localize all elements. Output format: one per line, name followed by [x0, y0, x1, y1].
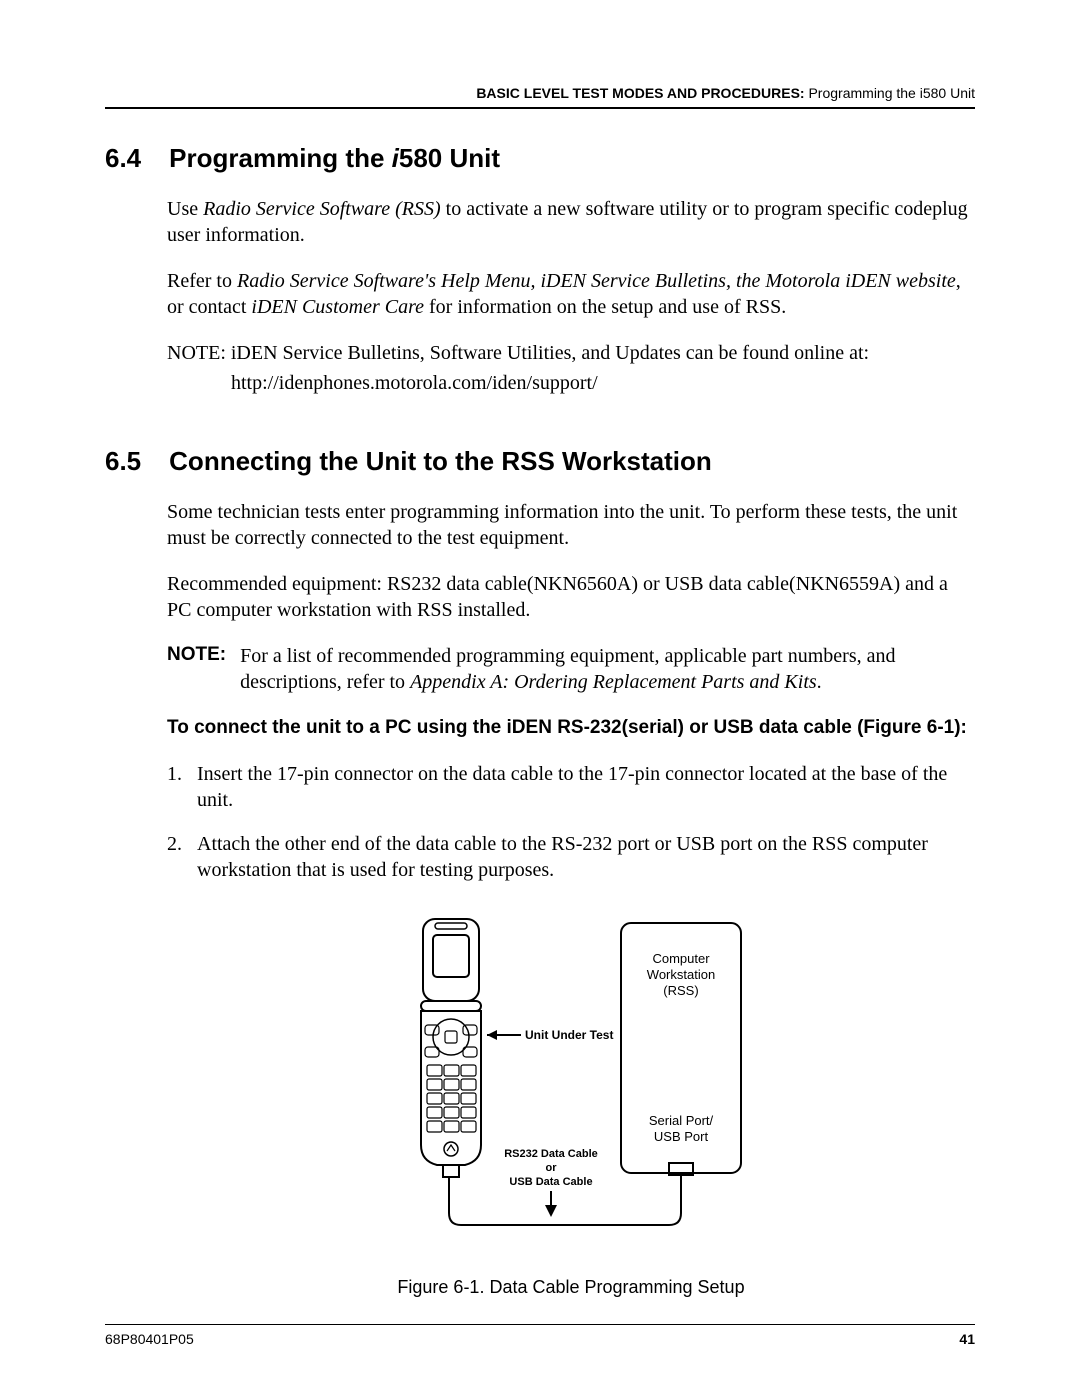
note-text: For a list of recommended programming eq… — [240, 643, 975, 695]
note-label: NOTE: — [167, 643, 226, 695]
page-footer: 68P80401P05 41 — [105, 1324, 975, 1347]
heading-6-4: 6.4 Programming the i580 Unit — [105, 143, 975, 174]
section-number: 6.4 — [105, 143, 141, 174]
fig-text: (RSS) — [663, 983, 698, 998]
fig-text: USB Data Cable — [509, 1176, 592, 1188]
fig-text: USB Port — [654, 1129, 709, 1144]
section-6-4-body: Use Radio Service Software (RSS) to acti… — [167, 196, 975, 396]
page-content: BASIC LEVEL TEST MODES AND PROCEDURES: P… — [105, 85, 975, 1299]
fig-text: Unit Under Test — [525, 1028, 613, 1042]
heading-6-5: 6.5 Connecting the Unit to the RSS Works… — [105, 446, 975, 477]
fig-text: Workstation — [647, 967, 715, 982]
procedure-heading: To connect the unit to a PC using the iD… — [167, 715, 975, 741]
header-section: Programming the i580 Unit — [805, 85, 975, 101]
step-item: Attach the other end of the data cable t… — [167, 831, 975, 883]
phone-icon — [421, 919, 481, 1181]
page-number: 41 — [959, 1331, 975, 1347]
running-header: BASIC LEVEL TEST MODES AND PROCEDURES: P… — [105, 85, 975, 101]
section-title: Programming the i580 Unit — [169, 143, 500, 174]
figure-caption: Figure 6-1. Data Cable Programming Setup — [167, 1276, 975, 1299]
fig-text: Serial Port/ — [649, 1113, 714, 1128]
section-number: 6.5 — [105, 446, 141, 477]
header-rule — [105, 107, 975, 109]
fig-text: or — [546, 1162, 558, 1174]
doc-number: 68P80401P05 — [105, 1331, 194, 1347]
note-block: NOTE: For a list of recommended programm… — [167, 643, 975, 695]
fig-text: Computer — [652, 951, 710, 966]
paragraph: Refer to Radio Service Software's Help M… — [167, 268, 975, 320]
note-line: NOTE: iDEN Service Bulletins, Software U… — [167, 340, 975, 366]
paragraph: Use Radio Service Software (RSS) to acti… — [167, 196, 975, 248]
step-item: Insert the 17-pin connector on the data … — [167, 761, 975, 813]
section-title: Connecting the Unit to the RSS Workstati… — [169, 446, 712, 477]
header-chapter: BASIC LEVEL TEST MODES AND PROCEDURES: — [476, 85, 804, 101]
procedure-steps: Insert the 17-pin connector on the data … — [167, 761, 975, 883]
section-6-5-body: Some technician tests enter programming … — [167, 499, 975, 1299]
diagram-svg: Computer Workstation (RSS) Serial Port/ … — [361, 913, 781, 1253]
fig-text: RS232 Data Cable — [504, 1148, 598, 1160]
paragraph: Some technician tests enter programming … — [167, 499, 975, 551]
figure-6-1: Computer Workstation (RSS) Serial Port/ … — [167, 913, 975, 1299]
note-url: http://idenphones.motorola.com/iden/supp… — [231, 370, 975, 396]
paragraph: Recommended equipment: RS232 data cable(… — [167, 571, 975, 623]
